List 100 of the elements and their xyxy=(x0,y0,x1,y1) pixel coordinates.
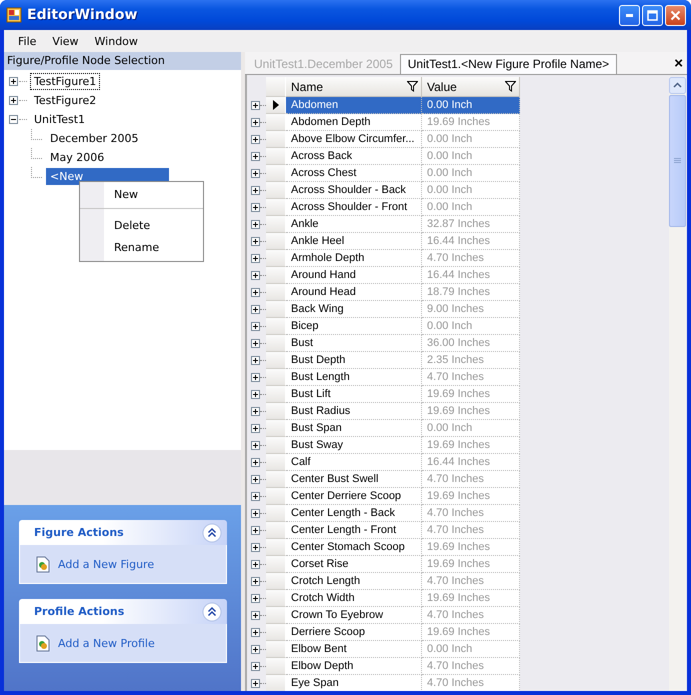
expand-icon[interactable] xyxy=(251,118,260,127)
expand-icon[interactable] xyxy=(251,543,260,552)
table-cell: 0.00 Inch xyxy=(422,165,520,182)
table-cell: 4.70 Inches xyxy=(422,369,520,386)
tree-node[interactable]: UnitTest1 xyxy=(30,111,90,128)
expand-icon[interactable] xyxy=(251,577,260,586)
expand-icon[interactable] xyxy=(251,169,260,178)
table-cell: Elbow Bent xyxy=(286,641,422,658)
expand-icon[interactable] xyxy=(251,254,260,263)
table-cell: Elbow Depth xyxy=(286,658,422,675)
collapse-icon[interactable] xyxy=(202,522,222,542)
collapse-icon[interactable] xyxy=(202,602,222,622)
expand-icon[interactable] xyxy=(251,526,260,535)
expand-icon[interactable] xyxy=(251,305,260,314)
table-cell: Bust Depth xyxy=(286,352,422,369)
expand-icon[interactable] xyxy=(251,288,260,297)
table-cell: Bust Radius xyxy=(286,403,422,420)
expand-icon[interactable] xyxy=(251,475,260,484)
table-cell: 4.70 Inches xyxy=(422,471,520,488)
table-cell: 2.35 Inches xyxy=(422,352,520,369)
expand-icon[interactable] xyxy=(251,186,260,195)
table-cell: 32.87 Inches xyxy=(422,216,520,233)
table-cell: Across Back xyxy=(286,148,422,165)
close-button[interactable] xyxy=(665,4,686,26)
menu-item[interactable]: Delete xyxy=(80,215,203,237)
scroll-up-icon[interactable] xyxy=(669,77,686,94)
tree-node[interactable]: May 2006 xyxy=(46,149,108,166)
table-cell: Center Length - Back xyxy=(286,505,422,522)
tree-node[interactable]: TestFigure1 xyxy=(30,73,100,90)
maximize-button[interactable] xyxy=(642,4,663,26)
collapse-icon[interactable] xyxy=(9,115,18,124)
expand-icon[interactable] xyxy=(251,645,260,654)
table-cell: 0.00 Inch xyxy=(422,148,520,165)
tab[interactable]: UnitTest1.<New Figure Profile Name> xyxy=(400,54,618,74)
column-header[interactable]: Name xyxy=(286,77,422,97)
task-link[interactable]: Add a New Figure xyxy=(58,558,154,570)
expand-icon[interactable] xyxy=(251,390,260,399)
menu-item[interactable]: Window xyxy=(86,32,146,50)
expand-icon[interactable] xyxy=(251,407,260,416)
table-cell: 19.69 Inches xyxy=(422,114,520,131)
table-cell: Around Head xyxy=(286,284,422,301)
document-icon xyxy=(36,556,50,572)
column-label: Value xyxy=(427,80,457,94)
table-cell: Across Chest xyxy=(286,165,422,182)
expand-icon[interactable] xyxy=(9,96,18,105)
expand-icon[interactable] xyxy=(251,424,260,433)
menu-item[interactable]: File xyxy=(10,32,44,50)
tree-node[interactable]: December 2005 xyxy=(46,130,143,147)
expand-icon[interactable] xyxy=(251,458,260,467)
menu-item[interactable]: Rename xyxy=(80,237,203,259)
expand-icon[interactable] xyxy=(251,271,260,280)
expand-icon[interactable] xyxy=(251,322,260,331)
filter-icon[interactable] xyxy=(505,81,516,92)
row-header[interactable] xyxy=(266,97,286,114)
group-title: Figure Actions xyxy=(34,526,124,539)
expand-icon[interactable] xyxy=(251,662,260,671)
grip-icon xyxy=(674,158,681,164)
filter-icon[interactable] xyxy=(407,81,418,92)
table-cell: Bust Lift xyxy=(286,386,422,403)
expand-icon[interactable] xyxy=(251,560,260,569)
table-cell: 0.00 Inch xyxy=(422,97,520,114)
column-header[interactable]: Value xyxy=(422,77,520,97)
table-cell: Center Stomach Scoop xyxy=(286,539,422,556)
expand-icon[interactable] xyxy=(251,492,260,501)
close-tab-button[interactable]: × xyxy=(670,54,687,74)
table-cell: 0.00 Inch xyxy=(422,131,520,148)
table-cell: 0.00 Inch xyxy=(422,199,520,216)
table-cell: Ankle xyxy=(286,216,422,233)
expand-icon[interactable] xyxy=(251,220,260,229)
expand-icon[interactable] xyxy=(251,135,260,144)
menu-item[interactable]: View xyxy=(44,32,87,50)
expand-icon[interactable] xyxy=(251,356,260,365)
menu-item[interactable]: New xyxy=(80,184,203,209)
expand-icon[interactable] xyxy=(251,203,260,212)
expand-icon[interactable] xyxy=(251,101,260,110)
task-link[interactable]: Add a New Profile xyxy=(58,636,155,650)
table-cell: Bust Length xyxy=(286,369,422,386)
expand-icon[interactable] xyxy=(251,628,260,637)
table-cell: 19.69 Inches xyxy=(422,556,520,573)
table-cell: Across Shoulder - Front xyxy=(286,199,422,216)
panel-header: Figure/Profile Node Selection xyxy=(4,52,241,70)
expand-icon[interactable] xyxy=(251,373,260,382)
scrollbar[interactable] xyxy=(669,77,686,691)
expand-icon[interactable] xyxy=(251,679,260,688)
table-cell: Center Bust Swell xyxy=(286,471,422,488)
table-cell: 4.70 Inches xyxy=(422,573,520,590)
tree-node[interactable]: TestFigure2 xyxy=(30,92,100,109)
expand-icon[interactable] xyxy=(251,594,260,603)
table-cell: Derriere Scoop xyxy=(286,624,422,641)
expand-icon[interactable] xyxy=(9,77,18,86)
current-row-icon xyxy=(272,100,278,110)
expand-icon[interactable] xyxy=(251,441,260,450)
expand-icon[interactable] xyxy=(251,611,260,620)
expand-icon[interactable] xyxy=(251,152,260,161)
expand-icon[interactable] xyxy=(251,509,260,518)
expand-icon[interactable] xyxy=(251,237,260,246)
minimize-icon xyxy=(626,14,633,16)
minimize-button[interactable] xyxy=(619,4,640,26)
expand-icon[interactable] xyxy=(251,339,260,348)
scroll-thumb[interactable] xyxy=(669,95,686,227)
